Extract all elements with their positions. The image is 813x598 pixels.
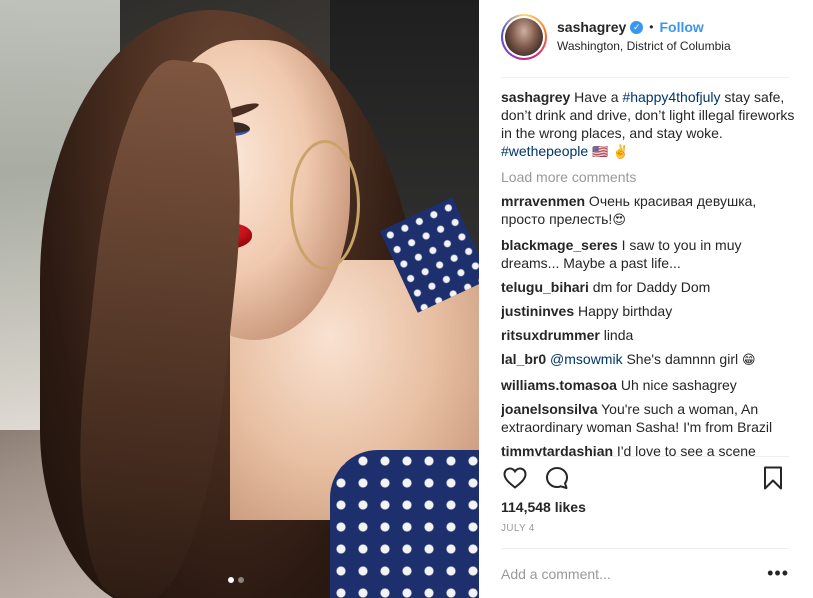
avatar-border xyxy=(503,16,545,58)
heart-icon xyxy=(503,467,527,489)
comment-bubble-icon xyxy=(546,467,568,489)
comment-item: timmytardashian I'd love to see a scene xyxy=(501,442,797,456)
follow-button[interactable]: Follow xyxy=(659,19,703,36)
comment-text: I'd love to see a scene xyxy=(613,443,756,456)
comment-item: williams.tomasoa Uh nice sashagrey xyxy=(501,376,797,394)
caption-username[interactable]: sashagrey xyxy=(501,89,570,105)
comment-username[interactable]: blackmage_seres xyxy=(501,237,618,253)
comment-username[interactable]: telugu_bihari xyxy=(501,279,589,295)
comment-item: telugu_bihari dm for Daddy Dom xyxy=(501,278,797,296)
comment-text: She's damnnn girl xyxy=(622,351,742,367)
more-options-icon[interactable]: ••• xyxy=(767,563,789,584)
comment-text: dm for Daddy Dom xyxy=(588,279,711,295)
mention-link[interactable]: @msowmik xyxy=(550,351,623,367)
avatar[interactable] xyxy=(505,18,543,56)
load-more-comments-button[interactable]: Load more comments xyxy=(501,168,797,186)
comment-emoji: 😍 xyxy=(612,213,626,228)
carousel-indicator xyxy=(228,577,244,583)
add-comment-bar: ••• xyxy=(501,548,789,598)
comment-username[interactable]: mrravenmen xyxy=(501,193,585,209)
verified-badge-icon: ✓ xyxy=(630,21,644,34)
post-photo[interactable] xyxy=(0,0,479,598)
comment-text: linda xyxy=(599,327,634,343)
comment-item: ritsuxdrummer linda xyxy=(501,326,797,344)
comment-text: Uh nice sashagrey xyxy=(616,377,737,393)
comment-item: blackmage_seres I saw to you in muy drea… xyxy=(501,236,797,272)
caption-text: Have a xyxy=(570,89,623,105)
post-date[interactable]: JULY 4 xyxy=(501,523,789,534)
post-side-panel: sashagrey ✓ • Follow Washington, Distric… xyxy=(479,0,813,598)
comments-list[interactable]: sashagrey Have a #happy4thofjuly stay sa… xyxy=(501,88,797,456)
comment-username[interactable]: williams.tomasoa xyxy=(501,377,617,393)
comment-username[interactable]: ritsuxdrummer xyxy=(501,327,600,343)
action-bar xyxy=(501,457,789,499)
comment-item: justininves Happy birthday xyxy=(501,302,797,320)
comment-button[interactable] xyxy=(543,464,571,492)
hashtag-link[interactable]: #wethepeople xyxy=(501,143,588,159)
post-caption: sashagrey Have a #happy4thofjuly stay sa… xyxy=(501,88,797,162)
carousel-dot-active[interactable] xyxy=(228,577,234,583)
comment-input[interactable] xyxy=(501,558,768,589)
bookmark-icon xyxy=(764,466,782,490)
comment-emoji: 😁 xyxy=(741,353,756,368)
post-header: sashagrey ✓ • Follow Washington, Distric… xyxy=(501,12,789,78)
like-button[interactable] xyxy=(501,464,529,492)
separator-dot: • xyxy=(649,20,654,34)
comment-text: Happy birthday xyxy=(574,303,673,319)
save-button[interactable] xyxy=(759,464,787,492)
polka-dot-dress xyxy=(330,450,479,598)
username-link[interactable]: sashagrey xyxy=(557,19,626,36)
header-text: sashagrey ✓ • Follow Washington, Distric… xyxy=(557,19,731,53)
hoop-earring xyxy=(290,140,360,270)
hashtag-link[interactable]: #happy4thofjuly xyxy=(622,89,720,105)
caption-emoji: 🇺🇸 ✌️ xyxy=(588,145,629,160)
comment-username[interactable]: joanelsonsilva xyxy=(501,401,597,417)
likes-count[interactable]: 114,548 likes xyxy=(501,499,789,515)
post-actions-section: 114,548 likes JULY 4 xyxy=(501,456,789,534)
avatar-story-ring[interactable] xyxy=(501,14,547,60)
header-row: sashagrey ✓ • Follow xyxy=(557,19,731,36)
comment-username[interactable]: timmytardashian xyxy=(501,443,613,456)
comment-username[interactable]: lal_br0 xyxy=(501,351,546,367)
comment-item: joanelsonsilva You're such a woman, An e… xyxy=(501,400,797,436)
comment-item: mrravenmen Очень красивая девушка, прост… xyxy=(501,192,797,230)
comment-item: lal_br0 @msowmik She's damnnn girl 😁 xyxy=(501,350,797,370)
location-link[interactable]: Washington, District of Columbia xyxy=(557,39,731,53)
comment-username[interactable]: justininves xyxy=(501,303,574,319)
carousel-dot[interactable] xyxy=(238,577,244,583)
